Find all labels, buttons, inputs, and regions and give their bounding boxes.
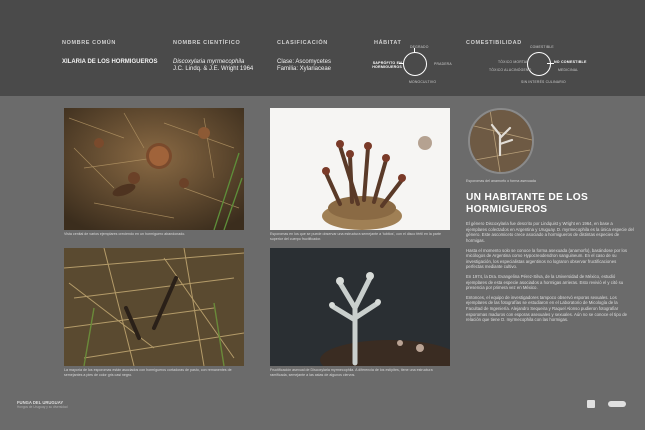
edibility-right2-label: MEDICINAL [558,68,579,72]
header-band: NOMBRE COMÚN XILARIA DE LOS HORMIGUEROS … [0,0,645,96]
classification-label: CLASIFICACIÓN [277,40,328,46]
photo-3-caption: La mayoría de los esporomas están asocia… [64,368,232,377]
scientific-name-block: NOMBRE CIENTÍFICO Discoxylaria myrmecoph… [173,40,253,73]
habitat-left-label: SAPRÓFITO EN HORMIGUEROS [372,61,402,69]
article-paragraph: El género Discoxylaria fue descrito por … [466,221,634,243]
photo-anthill-overview [64,108,244,230]
article-paragraph: Entonces, el equipo de investigadores ta… [466,294,627,323]
scientific-name-value: Discoxylaria myrmecophila [173,59,245,65]
university-logo-mark [587,400,595,408]
edibility-top-label: COMESTIBLE [530,45,554,49]
photo-4-caption: Fructificación asexual de Discoxylaria m… [270,368,433,377]
common-name-block: NOMBRE COMÚN XILARIA DE LOS HORMIGUEROS [62,40,157,66]
common-name-label: NOMBRE COMÚN [62,40,116,46]
photo-anamorph-dark [270,248,450,366]
footer-subtitle: Hongos de Uruguay y su diversidad [17,405,68,409]
habitat-label: HÁBITAT [374,40,402,46]
photo-straw-stalks-image [64,248,244,366]
edibility-bottom-label: SIN INTERÉS CULINARIO [521,80,566,84]
photo-stalks-white [270,108,450,230]
circle-photo-caption: Esporomas del anamorfo o forma asexuada [466,179,536,183]
habitat-diagram [399,48,427,76]
edibility-label: COMESTIBILIDAD [466,40,522,46]
university-logo [587,398,595,410]
classification-class: Clase: Ascomycetes [277,59,332,65]
habitat-ring [403,52,427,76]
common-name-value: XILARIA DE LOS HORMIGUEROS [62,59,158,65]
photo-1-caption: Vista cenital de varios ejemplares creci… [64,232,186,236]
article-title: UN HABITANTE DE LOS HORMIGUEROS [466,192,589,215]
faculty-logo-mark [608,401,626,407]
edibility-diagram [527,52,554,76]
edibility-left2-label: TÓXICO ALUCINÓGENO [489,68,532,72]
edibility-right-label: NO COMESTIBLE [554,60,587,64]
photo-2-caption: Esporomas en los que se puede observar u… [270,232,441,241]
photo-anamorph-circle-image [470,110,532,172]
article: UN HABITANTE DE LOS HORMIGUEROS El géner… [466,192,634,323]
photo-straw-stalks [64,248,244,366]
photo-anthill-overview-image [64,108,244,230]
article-paragraph: Hasta el momento solo se conoce la forma… [466,247,627,270]
faculty-logo [608,398,626,410]
classification-family: Familia: Xylariaceae [277,66,332,73]
classification-block: CLASIFICACIÓN Clase: Ascomycetes Familia… [277,40,331,73]
edibility-tick-right [547,63,554,65]
scientific-name-authors: J.C. Lindq. & J.E. Wright 1964 [173,66,254,73]
habitat-bottom-label: MONOCULTIVO [409,80,437,84]
photo-stalks-white-image [270,108,450,230]
article-paragraph: En 1974, la Dra. Evangelina Pérez-Silva,… [466,273,624,291]
habitat-right-label: PRADERA [434,62,452,66]
edibility-left-label: TÓXICO MORTAL [498,60,529,64]
scientific-name-label: NOMBRE CIENTÍFICO [173,40,241,46]
habitat-top-label: DEGRADO [410,45,429,49]
photo-anamorph-dark-image [270,248,450,366]
photo-anamorph-circle [468,108,534,174]
